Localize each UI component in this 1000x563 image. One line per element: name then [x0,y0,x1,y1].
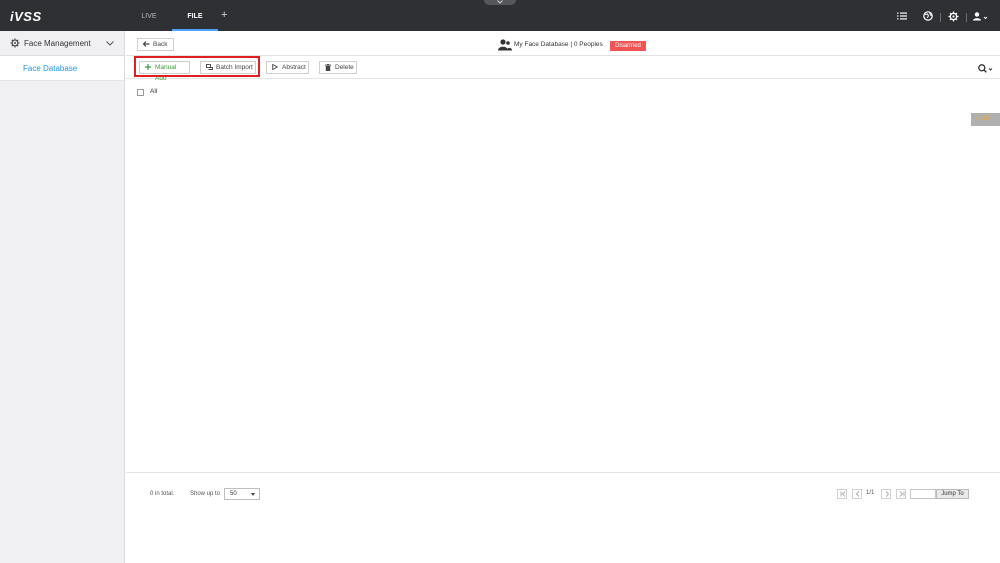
tab-live[interactable]: LIVE [136,0,162,31]
pull-down-tab[interactable] [484,0,516,5]
page-size-select[interactable]: 50 [224,488,260,500]
page-size-value: 50 [230,491,237,497]
sidebar-item-label: Face Database [23,64,78,73]
show-up-to-label: Show up to [190,491,221,497]
toolbar: Manual Add Batch Import Abstract Delete [126,56,1000,82]
highlight-box [134,56,260,77]
trash-icon [325,64,331,71]
top-bar: iVSS LIVE FILE + [0,0,1000,31]
chevron-right-icon [885,491,890,497]
chevron-down-icon [497,0,503,4]
header-row: Back My Face Database | 0 Peoples Disarm… [126,31,1000,56]
database-title-text: My Face Database | 0 Peoples [514,41,603,48]
toolbar-divider [966,13,967,22]
chevron-left-icon [855,491,860,497]
first-page-button[interactable] [837,489,847,499]
back-label: Back [153,41,168,48]
last-page-button[interactable] [896,489,906,499]
add-tab-button[interactable]: + [221,9,227,21]
settings-icon[interactable] [948,11,959,22]
last-page-icon [899,491,905,497]
app-logo: iVSS [10,9,42,24]
toolbar-divider [940,13,941,22]
user-group-icon [498,39,512,51]
status-badge: Disarmed [610,41,646,51]
select-all-label: All [150,88,158,95]
sidebar: Face Management Face Database [0,31,125,563]
arrow-left-icon [143,41,150,47]
gear-icon [10,38,20,48]
sidebar-item-face-database[interactable]: Face Database [0,56,124,81]
jump-page-input[interactable] [910,489,936,499]
jump-to-button[interactable]: Jump To [936,489,969,499]
abstract-label: Abstract [282,64,306,71]
sidebar-section-label: Face Management [24,39,91,48]
prev-page-button[interactable] [852,489,862,499]
list-icon[interactable] [897,12,907,20]
pagination-footer: 0 in total. Show up to 50 1/1 Jump To [126,472,1000,563]
caret-down-icon [251,493,255,496]
select-all-checkbox[interactable] [137,89,144,96]
page-indicator: 1/1 [866,490,875,496]
back-button[interactable]: Back [137,38,174,51]
alarm-count-tag[interactable]: ⚠ 29 [971,113,1000,126]
search-icon[interactable] [978,64,993,73]
total-count: 0 in total. [150,491,175,497]
delete-label: Delete [335,64,354,71]
main-panel: Back My Face Database | 0 Peoples Disarm… [126,31,1000,563]
abstract-button[interactable]: Abstract [266,61,309,74]
first-page-icon [840,491,846,497]
delete-button[interactable]: Delete [319,61,357,74]
play-outline-icon [272,64,278,70]
next-page-button[interactable] [881,489,891,499]
tab-file[interactable]: FILE [172,0,218,31]
sidebar-section-face-management[interactable]: Face Management [0,31,124,56]
globe-icon[interactable] [923,11,933,21]
user-menu-icon[interactable] [973,12,988,21]
chevron-down-icon [106,41,114,46]
